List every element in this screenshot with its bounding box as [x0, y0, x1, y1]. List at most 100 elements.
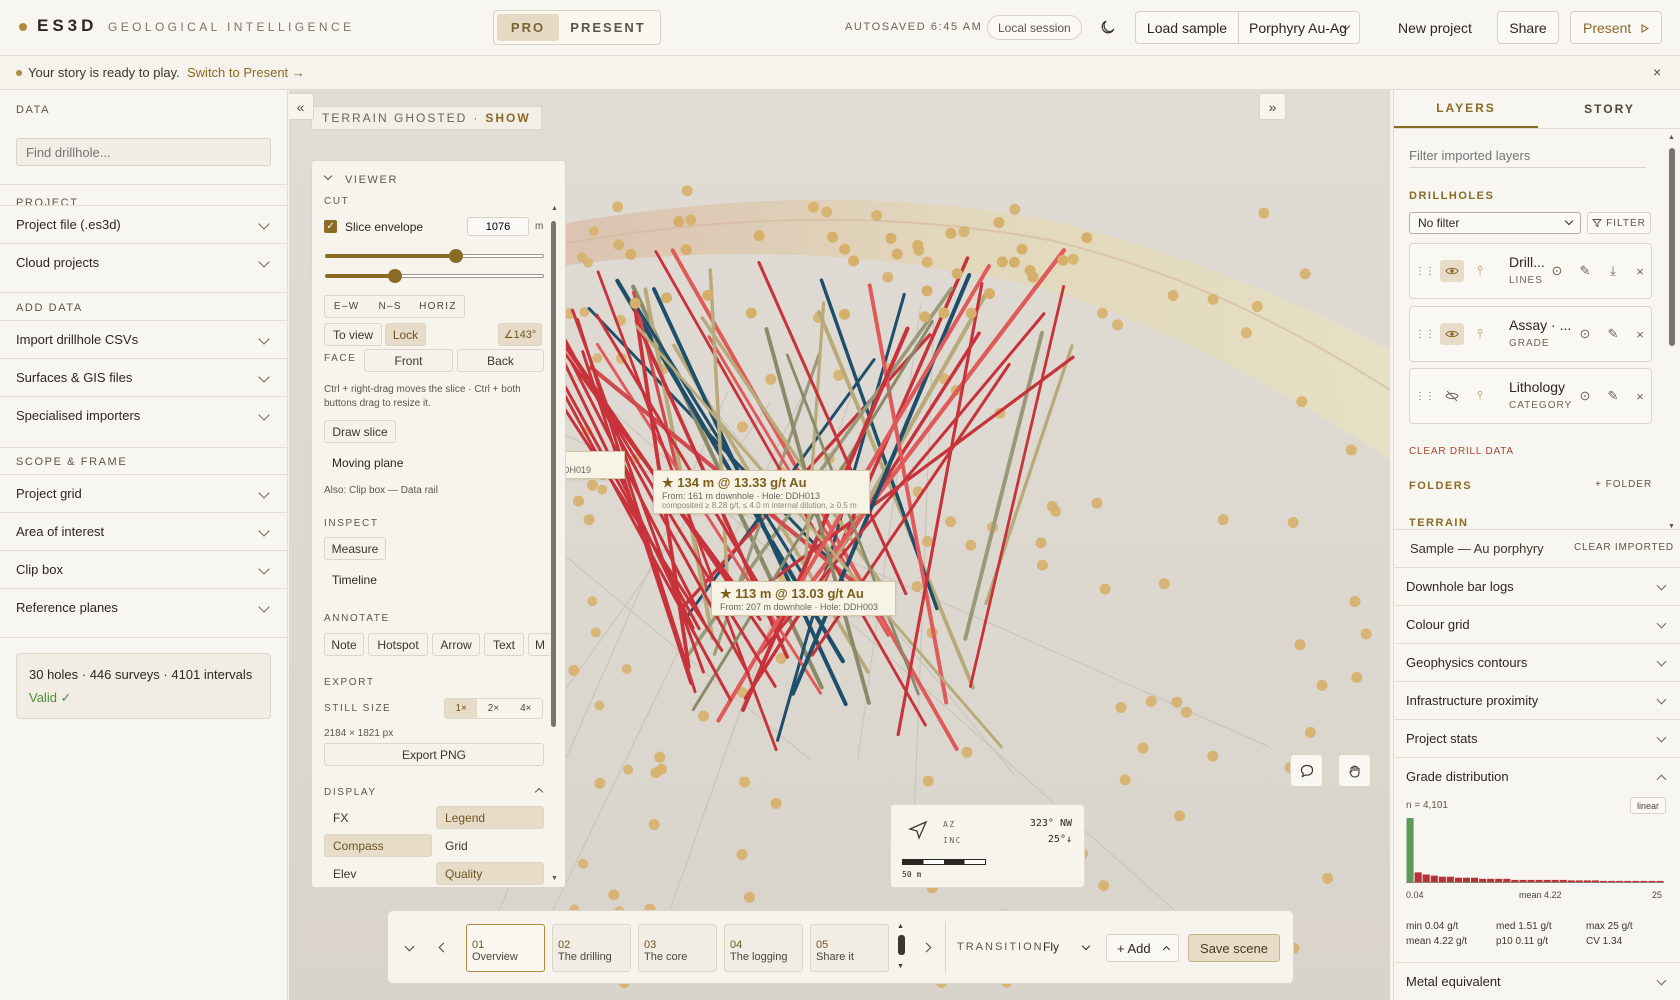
drag-handle-icon[interactable]: ⋮⋮	[1415, 325, 1435, 343]
display-compass-button[interactable]: Compass	[324, 834, 432, 857]
edit-pencil-icon[interactable]: ✎	[1576, 262, 1594, 280]
to-view-button[interactable]: To view	[324, 323, 382, 346]
annotate-arrow-button[interactable]: Arrow	[432, 633, 480, 656]
switch-to-present-link[interactable]: Switch to Present →	[187, 65, 305, 80]
display-grid-button[interactable]: Grid	[436, 834, 544, 857]
drag-handle-icon[interactable]: ⋮⋮	[1415, 387, 1435, 405]
remove-icon[interactable]: ×	[1631, 387, 1649, 405]
mode-tab-pro[interactable]: PRO	[497, 14, 559, 41]
scene-card-01[interactable]: 01 Overview	[466, 924, 545, 972]
prev-scene-icon[interactable]	[438, 942, 449, 953]
annotate-more-button[interactable]: M	[528, 633, 552, 656]
pan-hand-button[interactable]	[1338, 754, 1371, 787]
display-quality-button[interactable]: Quality	[436, 862, 544, 885]
face-front-button[interactable]: Front	[364, 349, 453, 372]
size-2x-button[interactable]: 2×	[477, 699, 509, 718]
present-button[interactable]: Present	[1570, 11, 1662, 44]
filter-button[interactable]: FILTER	[1587, 212, 1651, 234]
terrain-ghosted-chip[interactable]: TERRAIN GHOSTED · SHOW	[311, 106, 542, 130]
clear-imported-button[interactable]: CLEAR IMPORTED	[1574, 542, 1674, 553]
annotate-note-button[interactable]: Note	[324, 633, 364, 656]
collapse-viewer-chevron-icon[interactable]	[323, 171, 333, 181]
drag-handle-icon[interactable]: ⋮⋮	[1415, 262, 1435, 280]
clear-drill-data-button[interactable]: CLEAR DRILL DATA	[1409, 446, 1514, 457]
annotate-text-button[interactable]: Text	[484, 633, 524, 656]
drillhole-search-input[interactable]	[16, 138, 271, 166]
display-fx-button[interactable]: FX	[324, 806, 432, 829]
accordion-clip-box[interactable]: Clip box	[0, 550, 288, 588]
moving-plane-button[interactable]: Moving plane	[332, 456, 403, 470]
slider-thumb[interactable]	[388, 269, 402, 283]
collapse-right-panel-button[interactable]: »	[1259, 93, 1286, 120]
layer-card[interactable]: ⋮⋮ ⫯ Lithology CATEGORY ⊙ ✎ ×	[1409, 368, 1652, 424]
scrollbar-thumb[interactable]	[898, 935, 905, 955]
slider-thumb[interactable]	[449, 249, 463, 263]
accordion-project-file[interactable]: Project file (.es3d)	[0, 205, 288, 243]
collapse-strip-chevron-icon[interactable]	[404, 941, 415, 952]
next-scene-icon[interactable]	[921, 942, 932, 953]
accordion-import-drillhole[interactable]: Import drillhole CSVs	[0, 320, 288, 358]
dark-mode-moon-icon[interactable]	[1100, 19, 1116, 35]
load-sample-button[interactable]: Load sample	[1135, 11, 1239, 44]
slice-thickness-input[interactable]	[467, 217, 529, 236]
eye-off-icon[interactable]	[1440, 385, 1464, 407]
terrain-show-button[interactable]: SHOW	[485, 111, 530, 125]
sample-select[interactable]: Porphyry Au-Ag	[1238, 11, 1360, 44]
slice-position-slider[interactable]	[325, 249, 544, 263]
locate-icon[interactable]: ⊙	[1548, 262, 1566, 280]
scene-card-02[interactable]: 02 The drilling	[552, 924, 631, 972]
viewer-scrollbar[interactable]: ▲ ▼	[551, 205, 558, 885]
accordion-grade-distribution[interactable]: Grade distribution	[1394, 757, 1680, 795]
size-1x-button[interactable]: 1×	[445, 699, 478, 718]
accordion-reference-planes[interactable]: Reference planes	[0, 588, 288, 626]
scrollbar-thumb[interactable]	[551, 221, 556, 727]
intercept-callout-ddh013[interactable]: ★ 134 m @ 13.33 g/t Au From: 161 m downh…	[653, 470, 870, 514]
accordion-infrastructure-proximity[interactable]: Infrastructure proximity	[1394, 681, 1680, 719]
accordion-colour-grid[interactable]: Colour grid	[1394, 605, 1680, 643]
mode-tab-present[interactable]: PRESENT	[559, 14, 657, 41]
export-png-button[interactable]: Export PNG	[324, 743, 544, 766]
scale-toggle-button[interactable]: linear	[1630, 797, 1667, 814]
locate-icon[interactable]: ⊙	[1576, 325, 1594, 343]
transition-select[interactable]: Fly	[1043, 937, 1093, 959]
accordion-downhole-bar-logs[interactable]: Downhole bar logs	[1394, 567, 1680, 605]
close-notice-icon[interactable]: ×	[1653, 64, 1661, 80]
collapse-left-panel-button[interactable]: «	[289, 93, 314, 120]
slice-envelope-checkbox[interactable]: ✓	[324, 220, 337, 233]
annotate-hotspot-button[interactable]: Hotspot	[368, 633, 428, 656]
timeline-button[interactable]: Timeline	[332, 573, 377, 587]
add-scene-button[interactable]: + Add	[1106, 934, 1179, 962]
intercept-callout-ddh003[interactable]: ★ 113 m @ 13.03 g/t Au From: 207 m downh…	[711, 581, 896, 616]
strip-scrollbar[interactable]: ▲ ▼	[897, 923, 905, 973]
drillhole-style-icon[interactable]: ⫯	[1471, 387, 1489, 405]
scene-card-03[interactable]: 03 The core	[638, 924, 717, 972]
drillhole-filter-select[interactable]: No filter	[1409, 212, 1581, 234]
tab-story[interactable]: STORY	[1538, 90, 1680, 128]
edit-pencil-icon[interactable]: ✎	[1604, 325, 1622, 343]
locate-icon[interactable]: ⊙	[1576, 387, 1594, 405]
scrollbar-thumb[interactable]	[1669, 148, 1675, 346]
layer-card[interactable]: ⋮⋮ ⫯ Assay · ... GRADE ⊙ ✎ ×	[1409, 306, 1652, 362]
add-folder-button[interactable]: + FOLDER	[1595, 479, 1652, 490]
accordion-project-stats[interactable]: Project stats	[1394, 719, 1680, 757]
accordion-area-of-interest[interactable]: Area of interest	[0, 512, 288, 550]
display-elev-button[interactable]: Elev	[324, 862, 432, 885]
layers-scrollbar[interactable]: ▲ ▼	[1668, 134, 1676, 534]
compass-widget[interactable]: AZ 323° NW INC 25°↓ 50 m	[890, 804, 1085, 888]
new-project-button[interactable]: New project	[1385, 11, 1485, 44]
scene-card-04[interactable]: 04 The logging	[724, 924, 803, 972]
display-legend-button[interactable]: Legend	[436, 806, 544, 829]
accordion-cloud-projects[interactable]: Cloud projects	[0, 243, 288, 281]
axis-ns-button[interactable]: N–S	[368, 296, 411, 317]
tab-layers[interactable]: LAYERS	[1394, 90, 1538, 128]
chevron-up-icon[interactable]	[534, 787, 544, 797]
download-icon[interactable]: ⤓	[1604, 262, 1622, 280]
accordion-surfaces-gis[interactable]: Surfaces & GIS files	[0, 358, 288, 396]
slice-angle-button[interactable]: ∠143°	[498, 323, 542, 346]
accordion-project-grid[interactable]: Project grid	[0, 474, 288, 512]
slice-width-slider[interactable]	[325, 269, 544, 283]
size-4x-button[interactable]: 4×	[510, 699, 542, 718]
draw-slice-button[interactable]: Draw slice	[324, 420, 396, 443]
scene-card-05[interactable]: 05 Share it	[810, 924, 889, 972]
accordion-geophysics-contours[interactable]: Geophysics contours	[1394, 643, 1680, 681]
